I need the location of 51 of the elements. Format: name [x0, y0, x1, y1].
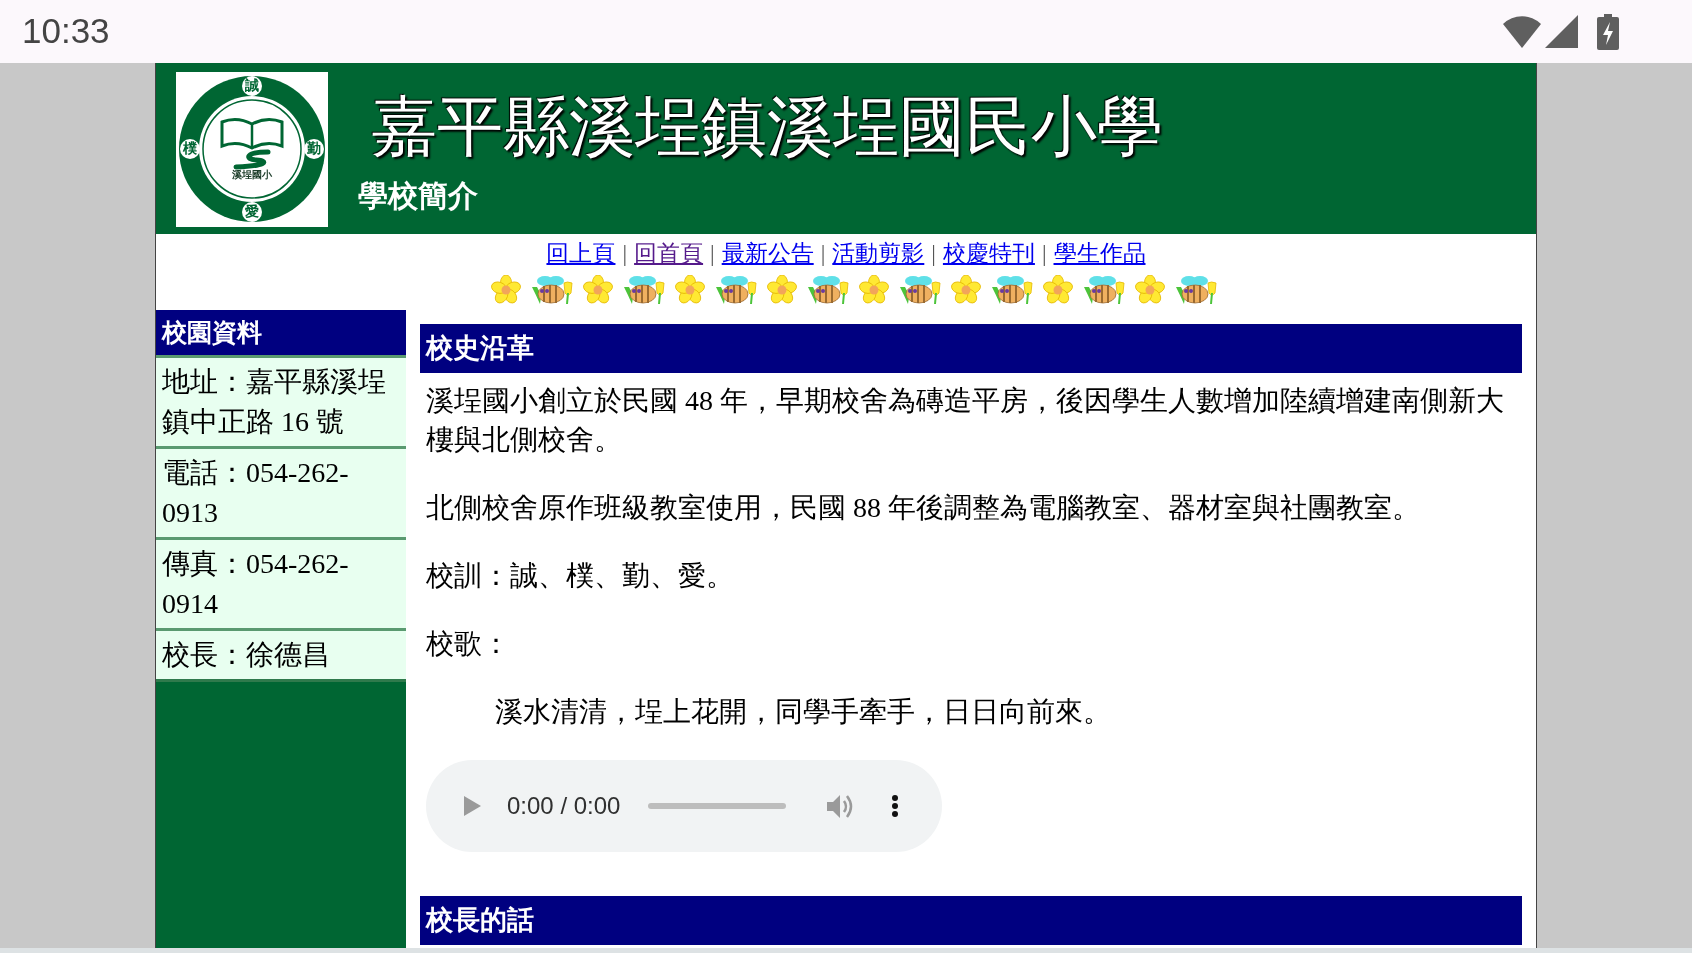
page-subtitle: 學校簡介 — [358, 178, 479, 214]
flower-icon — [491, 275, 521, 305]
bee-icon — [715, 275, 757, 305]
sidebar-item: 校長：徐德昌 — [156, 628, 406, 679]
flower-icon — [583, 275, 613, 305]
nav-link[interactable]: 回上頁 — [546, 239, 616, 269]
bee-icon — [531, 275, 573, 305]
nav-separator: | — [820, 240, 826, 268]
time-display: 0:00 / 0:00 — [507, 791, 621, 821]
bee-icon — [1083, 275, 1125, 305]
nav-link[interactable]: 校慶特刊 — [942, 239, 1035, 269]
nav-link[interactable]: 學生作品 — [1053, 239, 1146, 269]
volume-icon[interactable] — [827, 793, 855, 819]
bee-icon — [991, 275, 1033, 305]
section-heading: 校長的話 — [420, 896, 1522, 945]
paragraph: 校歌： — [425, 627, 511, 661]
nav-link[interactable]: 最新公告 — [721, 239, 814, 269]
battery-charging-icon — [1597, 13, 1619, 50]
section-heading: 校史沿革 — [420, 324, 1522, 373]
nav-separator: | — [931, 240, 936, 268]
wifi-icon — [1503, 15, 1541, 48]
paragraph: 校訓：誠、樸、勤、愛。 — [425, 559, 735, 593]
paragraph: 北側校舍原作班級教室使用，民國 88 年後調整為電腦教室、器材室與社團教室。 — [425, 491, 1421, 525]
sidebar-heading: 校園資料 — [156, 310, 406, 355]
flower-icon — [675, 275, 705, 305]
play-icon[interactable] — [464, 796, 481, 816]
sidebar-item: 電話：054-262-0913 — [156, 446, 406, 537]
paragraph: 溪埕國小創立於民國 48 年，早期校舍為磚造平房，後因學生人數增加陸續增建南側新大樓與北側校舍。 — [425, 384, 1505, 457]
bee-icon — [899, 275, 941, 305]
bee-icon — [807, 275, 849, 305]
flower-icon — [767, 275, 797, 305]
school-title: 嘉平縣溪埕鎮溪埕國民小學 — [371, 91, 1163, 163]
bee-icon — [623, 275, 665, 305]
flower-icon — [1135, 275, 1165, 305]
status-time: 10:33 — [22, 10, 110, 53]
flower-icon — [951, 275, 981, 305]
logo-caption: 溪埕國小 — [232, 169, 272, 180]
more-menu-icon[interactable] — [891, 795, 900, 817]
nav-link[interactable]: 回首頁 — [634, 239, 704, 269]
flower-icon — [859, 275, 889, 305]
nav-separator: | — [1041, 240, 1047, 268]
signal-icon — [1545, 15, 1578, 48]
progress-track[interactable] — [648, 803, 787, 809]
verse-text: 溪水清清，埕上花開，同學手牽手，日日向前來。 — [494, 695, 1112, 729]
sidebar-item: 地址：嘉平縣溪埕鎮中正路 16 號 — [156, 355, 406, 446]
bee-icon — [1175, 275, 1217, 305]
nav-link[interactable]: 活動剪影 — [832, 239, 925, 269]
sidebar-item: 傳真：054-262-0914 — [156, 537, 406, 628]
nav-separator: | — [622, 240, 628, 268]
nav-separator: | — [710, 240, 715, 268]
flower-icon — [1043, 275, 1073, 305]
